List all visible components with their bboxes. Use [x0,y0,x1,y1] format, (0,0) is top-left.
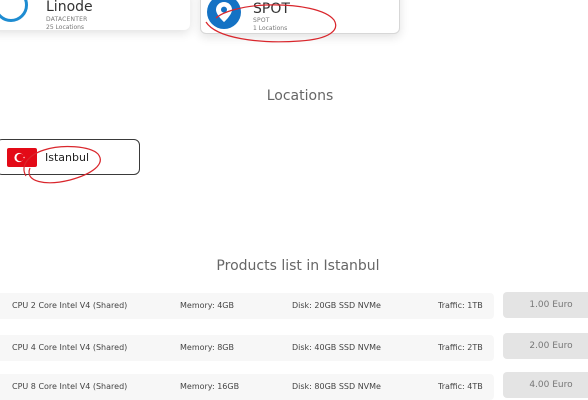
provider-card-linode[interactable]: Linode DATACENTER 25 Locations [0,0,190,31]
product-traffic: Traffic: 4TB [438,382,483,391]
provider-name: Linode [46,0,93,15]
product-cpu: CPU 8 Core Intel V4 (Shared) [12,382,128,391]
product-traffic: Traffic: 2TB [438,343,483,352]
provider-type: SPOT [253,17,270,24]
provider-type: DATACENTER [46,16,88,23]
location-card-istanbul[interactable]: Istanbul [0,139,140,175]
turkey-flag-icon [7,148,37,167]
price-button[interactable]: 1.00 Euro [503,292,588,318]
product-row[interactable]: CPU 8 Core Intel V4 (Shared) Memory: 16G… [0,374,494,400]
product-row[interactable]: CPU 2 Core Intel V4 (Shared) Memory: 4GB… [0,293,494,319]
provider-card-spot[interactable]: SPOT SPOT 1 Locations [200,0,400,34]
product-memory: Memory: 4GB [180,301,234,310]
product-cpu: CPU 2 Core Intel V4 (Shared) [12,301,128,310]
price-button[interactable]: 4.00 Euro [503,372,588,398]
product-memory: Memory: 8GB [180,343,234,352]
provider-location-count: 1 Locations [253,25,288,32]
price-button[interactable]: 2.00 Euro [503,333,588,359]
products-heading: Products list in Istanbul [216,258,380,274]
location-label: Istanbul [45,151,90,164]
provider-name: SPOT [253,1,290,17]
product-disk: Disk: 20GB SSD NVMe [292,301,381,310]
linode-logo-icon [0,0,28,22]
locations-heading: Locations [266,88,334,104]
provider-location-count: 25 Locations [46,24,85,31]
product-row[interactable]: CPU 4 Core Intel V4 (Shared) Memory: 8GB… [0,335,494,361]
product-traffic: Traffic: 1TB [438,301,483,310]
product-cpu: CPU 4 Core Intel V4 (Shared) [12,343,128,352]
product-disk: Disk: 80GB SSD NVMe [292,382,381,391]
annotation-scribbles [23,4,337,184]
product-memory: Memory: 16GB [180,382,240,391]
map-pin-icon [207,0,241,29]
product-disk: Disk: 40GB SSD NVMe [292,343,381,352]
